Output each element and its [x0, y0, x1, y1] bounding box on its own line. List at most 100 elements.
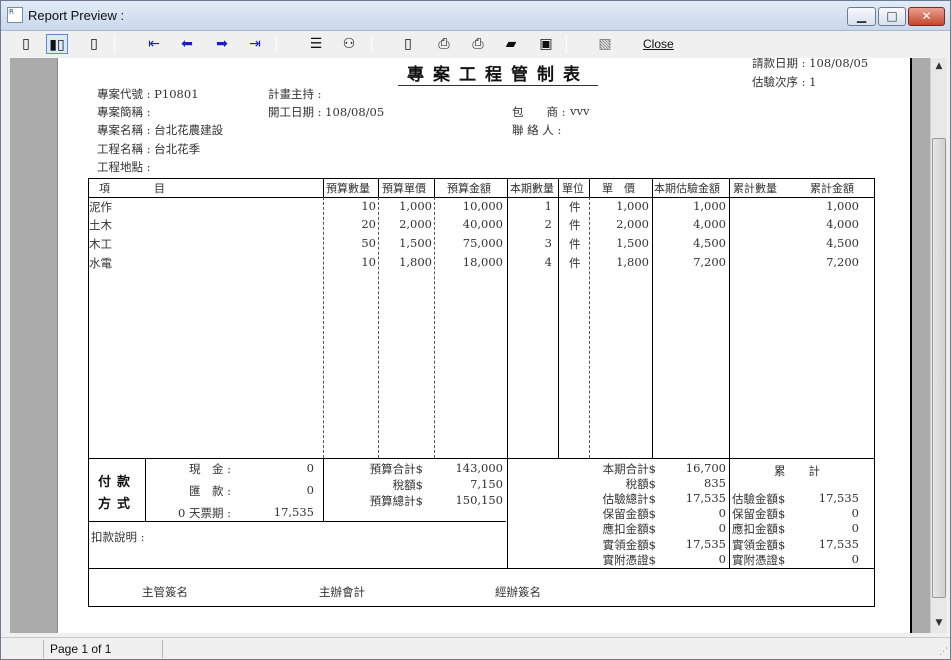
accounting-signature-label: 主辦會計	[319, 585, 365, 599]
row-budget-amount: 18,000	[462, 255, 503, 269]
goto-page-icon[interactable]: ☰	[305, 34, 327, 54]
report-preview-window: R Report Preview : ▁ □ ✕ ▯ ▮▯ ▯ ⇤ ⬅ ➡ ⇥ …	[0, 0, 951, 660]
note-term-value: 17,535	[273, 505, 314, 519]
row-budget-amount: 40,000	[462, 217, 503, 231]
payment-bottom-border	[88, 521, 506, 522]
payment-heading-1: 付款	[98, 475, 137, 490]
cumulative-retention-value: 0	[851, 506, 859, 520]
single-page-icon[interactable]: ▯	[15, 34, 37, 54]
row-current-amount: 4,500	[693, 236, 726, 250]
col-header-budget-price: 預算單價	[382, 182, 426, 195]
resize-grip-icon[interactable]: ⋰	[939, 647, 948, 657]
col-header-total-qty: 累計數量	[733, 182, 777, 195]
cumulative-voucher-value: 0	[851, 552, 859, 566]
deduct-label: 應扣金額$	[602, 522, 656, 536]
new-document-icon[interactable]: ▯	[397, 34, 419, 54]
app-icon-label: R	[9, 8, 14, 16]
scroll-thumb[interactable]	[932, 138, 946, 598]
summary-bottom-border	[88, 568, 874, 569]
vertical-scrollbar[interactable]: ▲ ▼	[930, 58, 947, 633]
note-term-label: 0 天票期 :	[178, 506, 232, 520]
project-abbrev: 專案簡稱 :	[97, 105, 151, 119]
row-budget-price: 1,500	[399, 236, 432, 250]
row-current-amount: 1,000	[693, 199, 726, 213]
table-top-border	[88, 178, 874, 179]
row-budget-qty: 50	[361, 236, 376, 250]
cumulative-actual-value: 17,535	[818, 537, 859, 551]
preview-viewport[interactable]: 專案工程管制表 請款日期 : 108/08/05 估驗次序 : 1 專案代號 :…	[10, 58, 930, 633]
payment-heading-2: 方式	[98, 497, 137, 512]
row-item: 水電	[89, 256, 112, 270]
col-divider	[729, 178, 730, 458]
title-bar[interactable]: R Report Preview : ▁ □ ✕	[1, 1, 950, 31]
maximize-icon: □	[886, 9, 898, 23]
table-bottom-border	[88, 458, 874, 459]
budget-tax-value: 7,150	[470, 477, 503, 491]
row-unit-price: 1,800	[616, 255, 649, 269]
signature-bottom-border	[88, 606, 874, 607]
summary-divider	[729, 458, 730, 568]
remit-label: 匯 款 :	[189, 484, 232, 498]
col-header-budget-qty: 預算數量	[326, 182, 370, 195]
row-unit: 件	[569, 200, 581, 214]
row-total-amount: 4,000	[826, 217, 859, 231]
budget-total-value: 150,150	[455, 493, 503, 507]
work-site: 工程地點 :	[97, 160, 151, 174]
minimize-button[interactable]: ▁	[847, 7, 876, 26]
print-icon[interactable]: ⎙	[467, 34, 489, 54]
budget-total-label: 預算總計$	[369, 494, 423, 508]
maximize-button[interactable]: □	[878, 7, 906, 26]
scroll-up-icon[interactable]: ▲	[931, 58, 947, 75]
budget-subtotal-value: 143,000	[455, 461, 503, 475]
header-bottom-border	[88, 197, 874, 198]
deduct-value: 0	[718, 521, 726, 535]
printer-setup-icon[interactable]: ⎙	[433, 34, 455, 54]
row-current-qty: 1	[544, 199, 552, 213]
find-binoculars-icon[interactable]: ⚇	[338, 34, 360, 54]
handler-signature-label: 經辦簽名	[495, 585, 541, 599]
report-title: 專案工程管制表	[398, 60, 598, 86]
retention-value: 0	[718, 506, 726, 520]
col-header-budget-amount: 預算金額	[447, 182, 491, 195]
export-icon[interactable]: ▧	[594, 34, 616, 54]
open-folder-icon[interactable]: ▰	[500, 34, 522, 54]
row-item: 木工	[89, 237, 112, 251]
payment-divider	[323, 458, 324, 522]
scroll-down-icon[interactable]: ▼	[931, 615, 947, 632]
row-budget-price: 2,000	[399, 217, 432, 231]
col-divider	[652, 178, 653, 458]
cumulative-deduct-value: 0	[851, 521, 859, 535]
row-unit: 件	[569, 237, 581, 251]
row-unit-price: 1,000	[616, 199, 649, 213]
project-name: 專案名稱 : 台北花農建設	[97, 123, 224, 137]
col-header-item: 項 目	[99, 182, 165, 195]
previous-page-icon[interactable]: ⬅	[176, 34, 198, 54]
two-page-icon[interactable]: ▮▯	[46, 34, 68, 54]
last-page-icon[interactable]: ⇥	[244, 34, 266, 54]
col-header-unit-price: 單 價	[602, 182, 635, 195]
estimate-total-label: 估驗總計$	[602, 492, 656, 506]
cumulative-actual-label: 實領金額$	[732, 538, 786, 552]
cash-label: 現 金 :	[189, 462, 232, 476]
row-item: 泥作	[89, 200, 112, 214]
row-budget-amount: 10,000	[462, 199, 503, 213]
contractor-label: 包 商 :	[512, 105, 566, 119]
window-close-button[interactable]: ✕	[908, 7, 945, 26]
estimate-sequence: 估驗次序 : 1	[752, 75, 817, 89]
col-header-current-estimate: 本期估驗金額	[654, 182, 720, 195]
save-disk-icon[interactable]: ▣	[535, 34, 557, 54]
row-item: 土木	[89, 218, 112, 232]
col-dotted-divider	[589, 197, 590, 458]
close-button[interactable]: Close	[643, 37, 674, 51]
book-page-icon[interactable]: ▯	[83, 34, 105, 54]
current-subtotal-value: 16,700	[685, 461, 726, 475]
col-dotted-divider	[378, 197, 379, 458]
actual-received-value: 17,535	[685, 537, 726, 551]
next-page-icon[interactable]: ➡	[211, 34, 233, 54]
payment-divider	[145, 458, 146, 522]
app-icon: R	[7, 7, 23, 23]
report-page: 專案工程管制表 請款日期 : 108/08/05 估驗次序 : 1 專案代號 :…	[57, 58, 912, 633]
retention-label: 保留金額$	[602, 507, 656, 521]
first-page-icon[interactable]: ⇤	[143, 34, 165, 54]
row-current-amount: 4,000	[693, 217, 726, 231]
